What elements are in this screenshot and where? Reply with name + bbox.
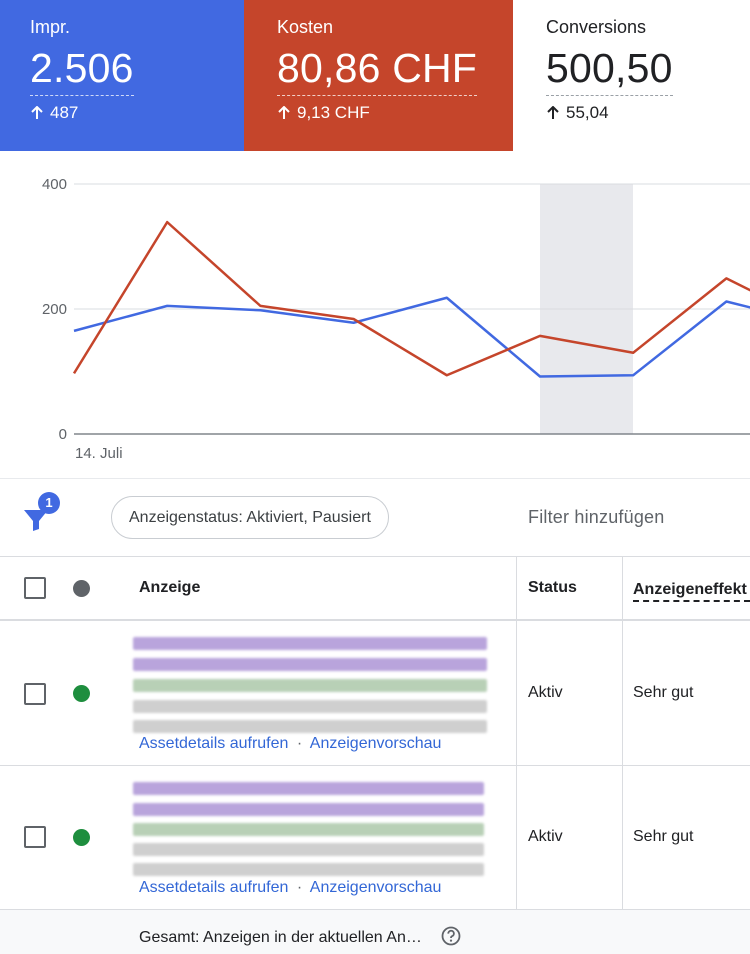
metric-delta: 9,13 CHF [277,102,513,124]
ad-links: Assetdetails aufrufen · Anzeigenvorschau [139,735,441,753]
ad-effectiveness-cell: Sehr gut [633,684,694,701]
series-line-0 [73,296,750,378]
metric-value: 500,50 [546,43,673,96]
filter-bar: 1 Anzeigenstatus: Aktiviert, Pausiert Fi… [0,479,750,557]
metric-value: 80,86 CHF [277,43,478,96]
y-tick-label: 200 [42,301,67,318]
ad-headline-blurred [133,782,484,795]
ad-url-blurred [133,679,487,692]
table-row: Assetdetails aufrufen · Anzeigenvorschau… [0,621,750,766]
ad-headline-blurred [133,637,487,650]
table-header-row: Anzeige Status Anzeigeneffekt [0,557,750,621]
metric-card-costs[interactable]: Kosten 80,86 CHF 9,13 CHF [244,0,513,151]
filter-chip-ad-status[interactable]: Anzeigenstatus: Aktiviert, Pausiert [111,496,389,539]
x-tick-label: 14. Juli [75,445,123,462]
ad-description-blurred [133,863,484,876]
filter-count-badge: 1 [38,492,60,514]
ad-description-blurred [133,700,487,713]
ad-links: Assetdetails aufrufen · Anzeigenvorschau [139,879,441,897]
metric-value: 2.506 [30,43,134,96]
ad-preview-link[interactable]: Anzeigenvorschau [310,735,442,752]
status-active-dot [73,829,90,846]
metric-delta-value: 55,04 [566,103,609,122]
add-filter-button[interactable]: Filter hinzufügen [528,507,664,528]
metric-cards: Impr. 2.506 487 Kosten 80,86 CHF 9,13 CH… [0,0,750,151]
y-tick-label: 0 [59,426,67,443]
series-line-1 [72,220,750,377]
metric-label: Kosten [277,17,334,37]
metric-delta-value: 9,13 CHF [297,103,370,122]
ad-description-blurred [133,720,487,733]
header-ad-effectiveness[interactable]: Anzeigeneffekt [633,581,750,602]
metric-card-impressions[interactable]: Impr. 2.506 487 [0,0,244,151]
status-active-dot [73,685,90,702]
table-total-row: Gesamt: Anzeigen in der aktuellen An… [0,910,750,954]
row-checkbox[interactable] [24,683,46,705]
status-header-dot [73,580,90,597]
ad-headline-blurred [133,803,484,816]
arrow-up-icon [31,106,43,119]
ad-url-blurred [133,823,484,836]
metric-card-conversions[interactable]: Conversions 500,50 55,04 [513,0,750,151]
metric-delta: 487 [30,102,244,124]
ad-description-blurred [133,843,484,856]
status-cell: Aktiv [528,684,563,701]
table-row: Assetdetails aufrufen · Anzeigenvorschau… [0,766,750,910]
arrow-up-icon [278,106,290,119]
arrow-up-icon [547,106,559,119]
header-status[interactable]: Status [528,579,577,597]
asset-details-link[interactable]: Assetdetails aufrufen [139,879,288,896]
metric-delta-value: 487 [50,103,79,122]
total-label: Gesamt: Anzeigen in der aktuellen An… [139,929,422,946]
status-cell: Aktiv [528,828,563,845]
header-ad[interactable]: Anzeige [139,579,200,597]
link-separator: · [296,879,303,896]
select-all-checkbox[interactable] [24,577,46,599]
asset-details-link[interactable]: Assetdetails aufrufen [139,735,288,752]
ad-headline-blurred [133,658,487,671]
help-icon[interactable] [440,925,462,947]
link-separator: · [296,735,303,752]
chart-svg: 0 200 400 14. Juli [42,176,750,462]
metric-delta: 55,04 [546,102,750,124]
y-tick-label: 400 [42,176,67,193]
row-checkbox[interactable] [24,826,46,848]
ad-preview-link[interactable]: Anzeigenvorschau [310,879,442,896]
performance-chart: 0 200 400 14. Juli [0,151,750,479]
metric-label: Conversions [546,17,647,37]
ad-effectiveness-cell: Sehr gut [633,828,694,845]
metric-label: Impr. [30,17,71,37]
